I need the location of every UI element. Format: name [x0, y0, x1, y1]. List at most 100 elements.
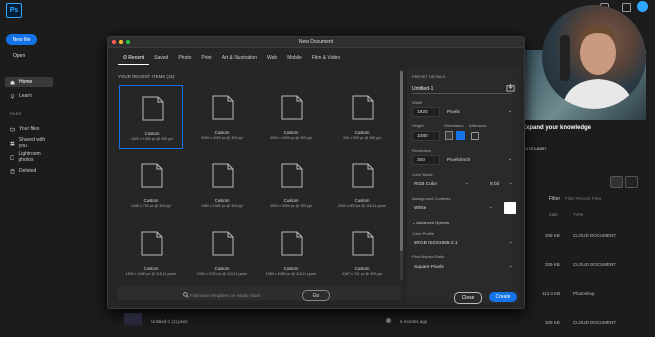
- column-header-type[interactable]: TYPE: [573, 212, 583, 217]
- files-heading: FILES: [10, 111, 22, 116]
- preset-card-dimensions: 1920 x 1080 px @ 300 ppi: [130, 137, 173, 141]
- preset-card[interactable]: Custom 1080 x 1080 px @ 118,11 ppcm: [259, 221, 323, 285]
- resolution-unit-select[interactable]: Pixels/Inch ⌄: [444, 155, 516, 165]
- advanced-options-toggle[interactable]: ⌄ Advanced Options: [412, 220, 449, 225]
- preset-card-name: Custom: [214, 266, 230, 271]
- preset-card-dimensions: 1440 x 752 px @ 300 ppi: [130, 204, 171, 208]
- grid-scrollbar-thumb[interactable]: [400, 71, 403, 251]
- user-avatar[interactable]: [637, 1, 648, 12]
- preset-card-name: Custom: [144, 131, 160, 136]
- sidebar-item-home[interactable]: Home: [5, 77, 53, 87]
- background-select[interactable]: White ⌄: [411, 203, 497, 213]
- trash-icon: [10, 169, 15, 174]
- tab-recent[interactable]: ⏱ Recent: [118, 54, 150, 65]
- tab-web[interactable]: Web: [262, 54, 282, 65]
- preset-card[interactable]: Custom 2000 x 500 px @ 118,11 ppcm: [330, 153, 394, 217]
- artboards-checkbox[interactable]: [471, 132, 479, 140]
- chevron-down-icon: ⌄: [507, 108, 512, 114]
- sidebar-item-label: Shared with you: [18, 137, 46, 149]
- sidebar-item-learn[interactable]: Learn: [5, 91, 53, 101]
- apps-icon[interactable]: [622, 3, 631, 12]
- width-unit-select[interactable]: Pixels ⌄: [444, 107, 516, 117]
- tab-saved[interactable]: Saved: [149, 54, 173, 65]
- preset-card-name: Custom: [214, 130, 230, 135]
- chevron-down-icon: ⌄: [464, 180, 469, 186]
- preset-card[interactable]: Custom 1920 x 1080 px @ 118,11 ppcm: [119, 221, 183, 285]
- preset-card[interactable]: Custom 300 x 530 px @ 300 ppi: [330, 85, 394, 149]
- resolution-input[interactable]: 300: [412, 155, 440, 165]
- folder-icon: [10, 127, 15, 131]
- column-header-size[interactable]: SIZE: [549, 212, 558, 217]
- document-icon: [212, 95, 234, 120]
- tab-art-illustration[interactable]: Art & Illustration: [217, 54, 262, 65]
- row-type: CLOUD DOCUMENT: [573, 262, 617, 267]
- background-color-swatch[interactable]: [504, 202, 516, 214]
- color-mode-select[interactable]: RGB Color ⌄: [411, 179, 473, 189]
- sidebar-item-shared[interactable]: Shared with you: [5, 137, 53, 149]
- document-icon: [142, 96, 164, 121]
- filter-label: Filter: [549, 196, 561, 202]
- preset-card-name: Custom: [283, 130, 299, 135]
- name-underline: [412, 93, 512, 94]
- document-icon: [141, 163, 163, 188]
- portrait-orientation-button[interactable]: [445, 131, 453, 140]
- tab-mobile[interactable]: Mobile: [282, 54, 307, 65]
- file-modified: 6 months ago: [400, 319, 428, 324]
- background-label: Background Contents: [412, 196, 451, 201]
- promo-link[interactable]: Go to Learn: [522, 146, 546, 151]
- tab-film-video[interactable]: Film & Video: [307, 54, 345, 65]
- row-type: CLOUD DOCUMENT: [573, 233, 617, 238]
- tab-photo[interactable]: Photo: [173, 54, 196, 65]
- width-label: Width: [412, 100, 423, 105]
- color-profile-select[interactable]: sRGB IEC61966-2.1 ⌄: [411, 238, 517, 248]
- height-label: Height: [412, 123, 424, 128]
- bit-depth-select[interactable]: 8 bit ⌄: [487, 179, 517, 189]
- preset-card-dimensions: 1080 x 1350 px @ 300 ppi: [200, 204, 243, 208]
- document-icon: [281, 163, 303, 188]
- document-name-field[interactable]: Untitled-1: [412, 86, 433, 92]
- sidebar-item-deleted[interactable]: Deleted: [5, 166, 53, 176]
- sidebar-item-label: Home: [19, 79, 33, 85]
- list-view-button[interactable]: [610, 176, 623, 188]
- document-icon: [281, 231, 303, 256]
- recent-items-label: YOUR RECENT ITEMS (15): [118, 74, 175, 79]
- preset-card-dimensions: 2187 x 701 px @ 300 ppi: [341, 272, 382, 276]
- landscape-orientation-button[interactable]: [456, 131, 465, 140]
- color-mode-label: Color Mode: [412, 172, 433, 177]
- document-icon: [281, 95, 303, 120]
- sidebar-item-your-files[interactable]: Your files: [5, 124, 53, 134]
- create-button[interactable]: Create: [489, 292, 517, 302]
- pixel-ratio-select[interactable]: Square Pixels ⌄: [411, 262, 517, 272]
- save-preset-icon[interactable]: [506, 83, 515, 92]
- sidebar-item-lightroom[interactable]: Lightroom photos: [5, 151, 53, 163]
- preset-tabs: ⏱ Recent Saved Photo Print Art & Illustr…: [118, 54, 345, 65]
- preset-card[interactable]: Custom 3000 x 3000 px @ 300 ppi: [259, 153, 323, 217]
- sidebar-item-label: Learn: [19, 93, 32, 99]
- preset-card[interactable]: Custom 1080 x 1920 px @ 118,11 ppcm: [190, 221, 254, 285]
- file-thumbnail[interactable]: [124, 313, 142, 326]
- open-button[interactable]: Open: [13, 53, 25, 59]
- height-input[interactable]: 1080: [412, 131, 440, 141]
- preset-card[interactable]: Custom 1080 x 1350 px @ 300 ppi: [190, 153, 254, 217]
- new-file-button[interactable]: New file: [6, 34, 37, 45]
- file-name[interactable]: Untitled-1 (2).psdc: [151, 319, 188, 324]
- preset-card[interactable]: Custom 3000 x 3000 px @ 300 ppi: [259, 85, 323, 149]
- preset-card[interactable]: Custom 1920 x 1080 px @ 300 ppi: [119, 85, 183, 149]
- stock-search-input[interactable]: Find more templates on Adobe Stock: [190, 293, 260, 298]
- preset-card[interactable]: Custom 3000 x 4000 px @ 300 ppi: [190, 85, 254, 149]
- chevron-down-icon: ⌄: [507, 156, 512, 162]
- go-button[interactable]: Go: [302, 290, 330, 301]
- home-icon: [10, 80, 15, 84]
- close-button[interactable]: Close: [454, 292, 482, 304]
- preset-card[interactable]: Custom 1440 x 752 px @ 300 ppi: [119, 153, 183, 217]
- width-input[interactable]: 1920: [412, 107, 440, 117]
- grid-view-button[interactable]: [625, 176, 638, 188]
- chevron-down-icon: ⌄: [508, 263, 513, 269]
- filter-input[interactable]: Filter Recent Files: [565, 196, 601, 201]
- artboards-label: Artboards: [469, 123, 487, 128]
- document-icon: [352, 231, 374, 256]
- preset-card[interactable]: Custom 2187 x 701 px @ 300 ppi: [330, 221, 394, 285]
- pixel-ratio-value: Square Pixels: [414, 264, 444, 270]
- resolution-label: Resolution: [412, 148, 431, 153]
- tab-print[interactable]: Print: [196, 54, 216, 65]
